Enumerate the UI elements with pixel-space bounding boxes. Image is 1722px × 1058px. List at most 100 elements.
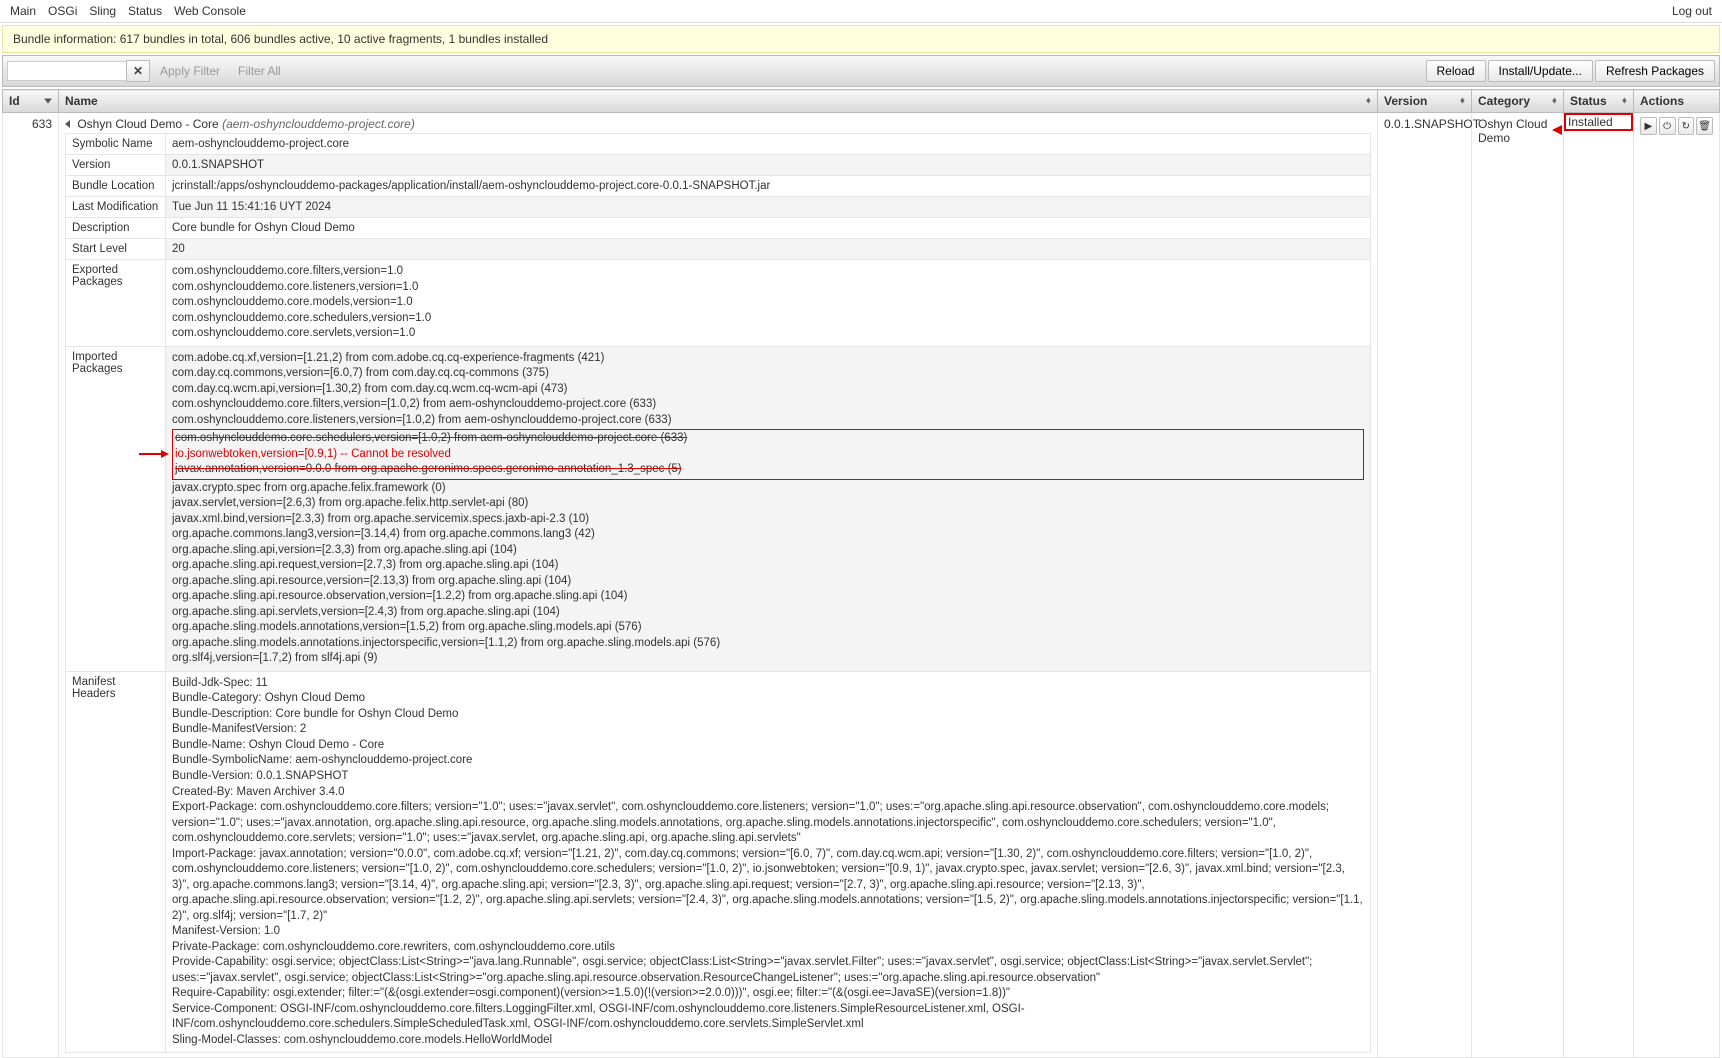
cell-id: 633 xyxy=(3,113,59,1058)
detail-value: 20 xyxy=(166,239,1371,260)
exported-packages-cell: com.oshynclouddemo.core.filters,version=… xyxy=(166,260,1371,347)
detail-label: Exported Packages xyxy=(66,260,166,347)
detail-value: Core bundle for Oshyn Cloud Demo xyxy=(166,218,1371,239)
refresh-button[interactable]: ↻ xyxy=(1678,117,1695,135)
detail-label: Bundle Location xyxy=(66,176,166,197)
apply-filter-link[interactable]: Apply Filter xyxy=(160,64,220,78)
table-row: 633 Oshyn Cloud Demo - Core (aem-oshyncl… xyxy=(3,113,1720,1058)
bundle-symbolic-inline: (aem-oshynclouddemo-project.core) xyxy=(222,117,415,131)
cell-version: 0.0.1.SNAPSHOT xyxy=(1378,113,1472,1058)
manifest-line: Bundle-Description: Core bundle for Oshy… xyxy=(172,707,1364,723)
manifest-line: Bundle-Category: Oshyn Cloud Demo xyxy=(172,691,1364,707)
detail-label: Description xyxy=(66,218,166,239)
top-nav: Main OSGi Sling Status Web Console Log o… xyxy=(0,0,1722,23)
package-line: org.apache.sling.api,version=[2.3,3) fro… xyxy=(172,543,1364,559)
annotation-arrow-icon xyxy=(1552,125,1562,135)
filter-input[interactable] xyxy=(7,61,127,81)
nav-osgi[interactable]: OSGi xyxy=(48,4,77,18)
package-line: org.apache.sling.models.annotations,vers… xyxy=(172,620,1364,636)
logout-link[interactable]: Log out xyxy=(1672,4,1712,18)
package-line: com.oshynclouddemo.core.schedulers,versi… xyxy=(175,431,1361,447)
manifest-line: Provide-Capability: osgi.service; object… xyxy=(172,955,1364,986)
package-line: com.oshynclouddemo.core.filters,version=… xyxy=(172,264,1364,280)
package-line: org.slf4j,version=[1.7,2) from slf4j.api… xyxy=(172,651,1364,667)
stop-button[interactable]: ⏻ xyxy=(1659,117,1676,135)
bundle-name[interactable]: Oshyn Cloud Demo - Core xyxy=(77,117,218,131)
manifest-line: Private-Package: com.oshynclouddemo.core… xyxy=(172,940,1364,956)
manifest-headers-cell: Build-Jdk-Spec: 11Bundle-Category: Oshyn… xyxy=(166,671,1371,1052)
nav-web-console[interactable]: Web Console xyxy=(174,4,246,18)
col-version[interactable]: Version♦ xyxy=(1378,90,1472,113)
expand-toggle-icon[interactable] xyxy=(65,120,70,128)
col-status[interactable]: Status♦ xyxy=(1564,90,1634,113)
sort-icon: ♦ xyxy=(1366,96,1371,107)
install-update-button[interactable]: Install/Update... xyxy=(1488,60,1593,82)
manifest-line: Bundle-ManifestVersion: 2 xyxy=(172,722,1364,738)
cell-name: Oshyn Cloud Demo - Core (aem-oshyncloudd… xyxy=(59,113,1378,1058)
nav-sling[interactable]: Sling xyxy=(89,4,116,18)
package-line: org.apache.sling.api.resource,version=[2… xyxy=(172,574,1364,590)
package-line: org.apache.sling.api.request,version=[2.… xyxy=(172,558,1364,574)
refresh-packages-button[interactable]: Refresh Packages xyxy=(1595,60,1715,82)
nav-status[interactable]: Status xyxy=(128,4,162,18)
package-line: com.oshynclouddemo.core.servlets,version… xyxy=(172,326,1364,342)
error-highlight-box: com.oshynclouddemo.core.schedulers,versi… xyxy=(172,429,1364,480)
start-button[interactable]: ▶ xyxy=(1640,117,1657,135)
status-text: Installed xyxy=(1568,115,1613,129)
manifest-line: Manifest-Version: 1.0 xyxy=(172,924,1364,940)
bundle-details: Symbolic Nameaem-oshynclouddemo-project.… xyxy=(65,133,1371,1053)
manifest-line: Export-Package: com.oshynclouddemo.core.… xyxy=(172,800,1364,847)
detail-label: Symbolic Name xyxy=(66,134,166,155)
package-line: com.adobe.cq.xf,version=[1.21,2) from co… xyxy=(172,351,1364,367)
detail-label: Imported Packages xyxy=(66,346,166,671)
package-line: javax.crypto.spec from org.apache.felix.… xyxy=(172,481,1364,497)
col-name[interactable]: Name♦ xyxy=(59,90,1378,113)
bundle-info-bar: Bundle information: 617 bundles in total… xyxy=(2,25,1720,53)
status-highlight-box: Installed xyxy=(1564,113,1633,131)
manifest-line: Bundle-Name: Oshyn Cloud Demo - Core xyxy=(172,738,1364,754)
package-line: com.day.cq.wcm.api,version=[1.30,2) from… xyxy=(172,382,1364,398)
col-actions: Actions xyxy=(1634,90,1720,113)
filter-all-link[interactable]: Filter All xyxy=(238,64,281,78)
uninstall-button[interactable]: 🗑 xyxy=(1696,117,1713,135)
bundles-table: Id Name♦ Version♦ Category♦ Status♦ Acti… xyxy=(2,89,1720,1058)
package-line: org.apache.sling.models.annotations.inje… xyxy=(172,636,1364,652)
reload-button[interactable]: Reload xyxy=(1426,60,1486,82)
cell-category: Oshyn Cloud Demo xyxy=(1472,113,1564,1058)
col-id[interactable]: Id xyxy=(3,90,59,113)
package-line: com.oshynclouddemo.core.models,version=1… xyxy=(172,295,1364,311)
package-line: com.oshynclouddemo.core.listeners,versio… xyxy=(172,413,1364,429)
cell-actions: ▶ ⏻ ↻ 🗑 xyxy=(1634,113,1720,1058)
detail-value: aem-oshynclouddemo-project.core xyxy=(166,134,1371,155)
package-line: org.apache.sling.api.servlets,version=[2… xyxy=(172,605,1364,621)
detail-value: 0.0.1.SNAPSHOT xyxy=(166,155,1371,176)
col-category[interactable]: Category♦ xyxy=(1472,90,1564,113)
manifest-line: Service-Component: OSGI-INF/com.oshynclo… xyxy=(172,1002,1364,1033)
manifest-line: Created-By: Maven Archiver 3.4.0 xyxy=(172,785,1364,801)
manifest-line: Import-Package: javax.annotation; versio… xyxy=(172,847,1364,925)
detail-label: Manifest Headers xyxy=(66,671,166,1052)
package-line: com.oshynclouddemo.core.schedulers,versi… xyxy=(172,311,1364,327)
manifest-line: Require-Capability: osgi.extender; filte… xyxy=(172,986,1364,1002)
detail-label: Start Level xyxy=(66,239,166,260)
unresolved-package-line: io.jsonwebtoken,version=[0.9,1) -- Canno… xyxy=(175,447,1361,463)
detail-value: jcrinstall:/apps/oshynclouddemo-packages… xyxy=(166,176,1371,197)
manifest-line: Sling-Model-Classes: com.oshynclouddemo.… xyxy=(172,1033,1364,1049)
detail-value: Tue Jun 11 15:41:16 UYT 2024 xyxy=(166,197,1371,218)
package-line: com.oshynclouddemo.core.filters,version=… xyxy=(172,397,1364,413)
toolbar: ✕ Apply Filter Filter All Reload Install… xyxy=(2,55,1720,87)
sort-icon: ♦ xyxy=(1460,96,1465,107)
sort-desc-icon xyxy=(44,99,52,104)
manifest-line: Bundle-SymbolicName: aem-oshynclouddemo-… xyxy=(172,753,1364,769)
package-line: com.day.cq.commons,version=[6.0,7) from … xyxy=(172,366,1364,382)
clear-filter-button[interactable]: ✕ xyxy=(126,60,150,82)
manifest-line: Bundle-Version: 0.0.1.SNAPSHOT xyxy=(172,769,1364,785)
annotation-arrow-icon xyxy=(139,453,167,455)
sort-icon: ♦ xyxy=(1552,96,1557,107)
detail-label: Last Modification xyxy=(66,197,166,218)
package-line: javax.servlet,version=[2.6,3) from org.a… xyxy=(172,496,1364,512)
nav-main[interactable]: Main xyxy=(10,4,36,18)
detail-label: Version xyxy=(66,155,166,176)
sort-icon: ♦ xyxy=(1622,96,1627,107)
imported-packages-cell: com.adobe.cq.xf,version=[1.21,2) from co… xyxy=(166,346,1371,671)
